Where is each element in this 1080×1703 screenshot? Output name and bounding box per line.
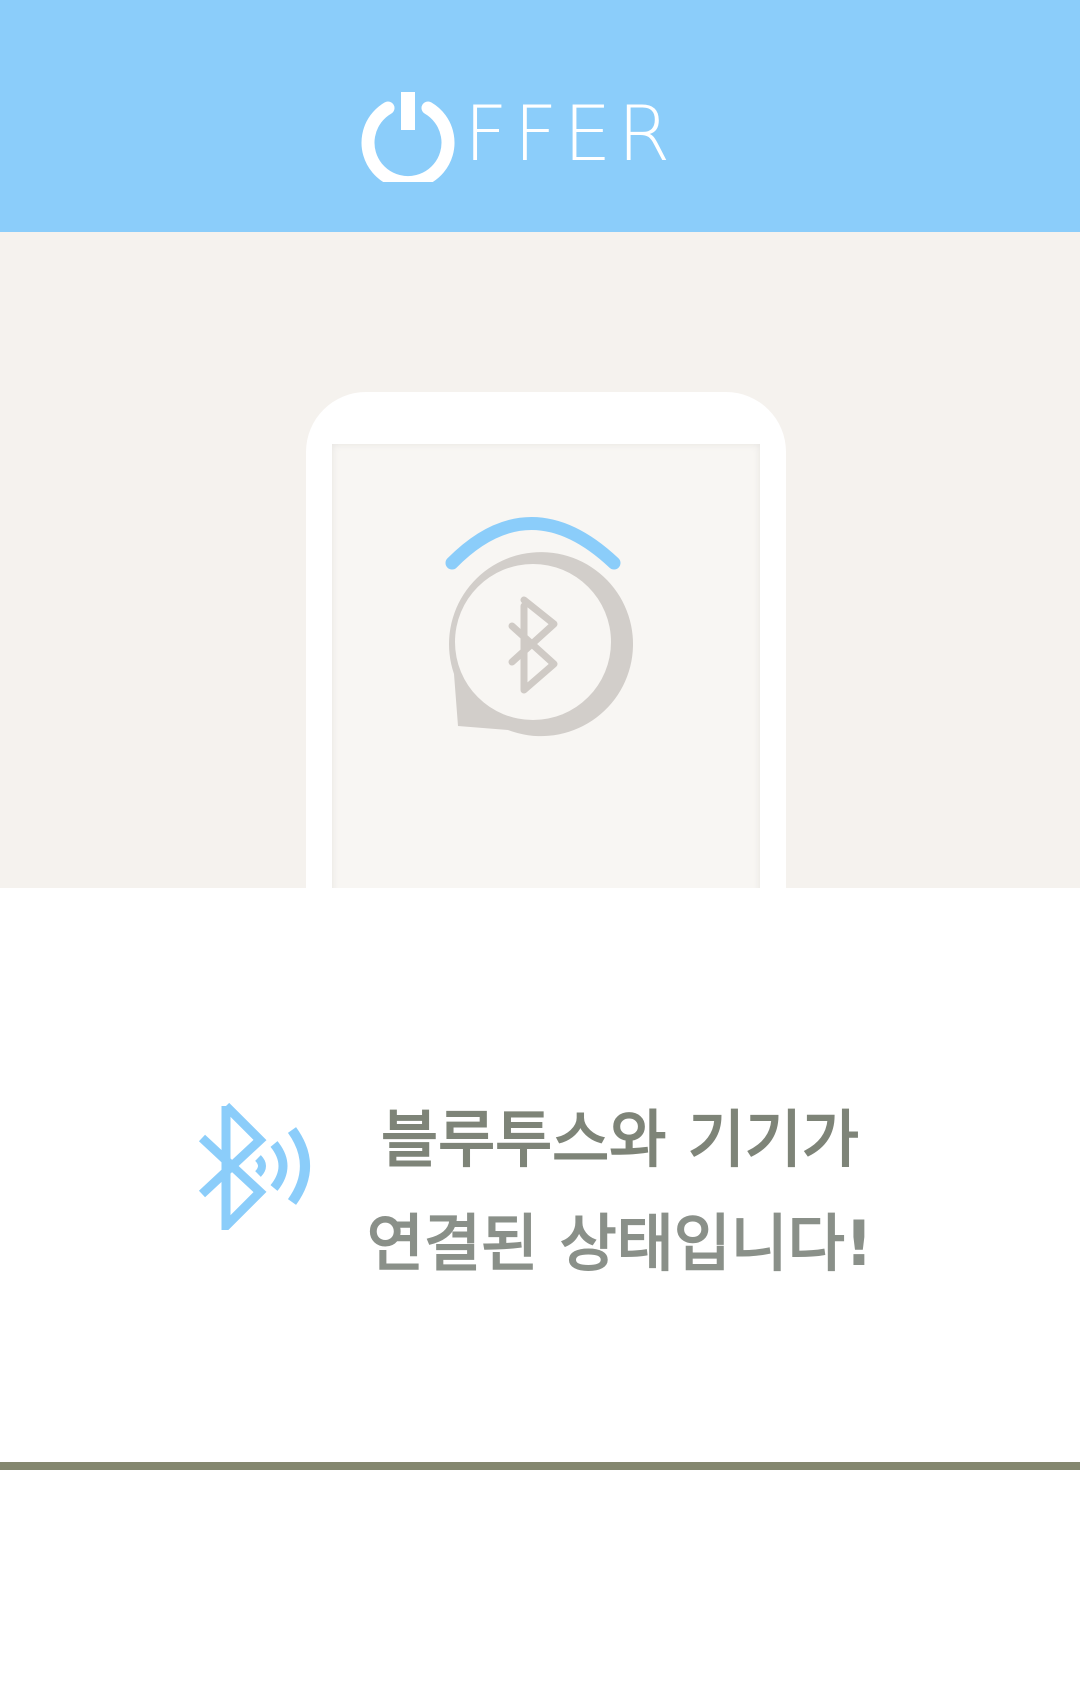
status-line-2: 연결된 상태입니다! — [366, 1207, 874, 1280]
bluetooth-scan-icon — [445, 517, 634, 737]
power-icon — [360, 86, 456, 190]
divider — [0, 1462, 1080, 1470]
status-message-card: 블루투스와 기기가 연결된 상태입니다! — [0, 888, 1080, 1462]
app-header: FFER — [0, 0, 1080, 232]
hero-illustration — [0, 232, 1080, 888]
offer-logo: FFER — [360, 84, 710, 190]
phone-screen — [332, 444, 760, 888]
brand-text: FFER — [464, 89, 677, 178]
bluetooth-signal-icon — [194, 1102, 318, 1237]
connection-status-text: 블루투스와 기기가 연결된 상태입니다! — [340, 1088, 900, 1296]
status-line-1: 블루투스와 기기가 — [381, 1103, 859, 1176]
phone-illustration — [306, 392, 786, 888]
